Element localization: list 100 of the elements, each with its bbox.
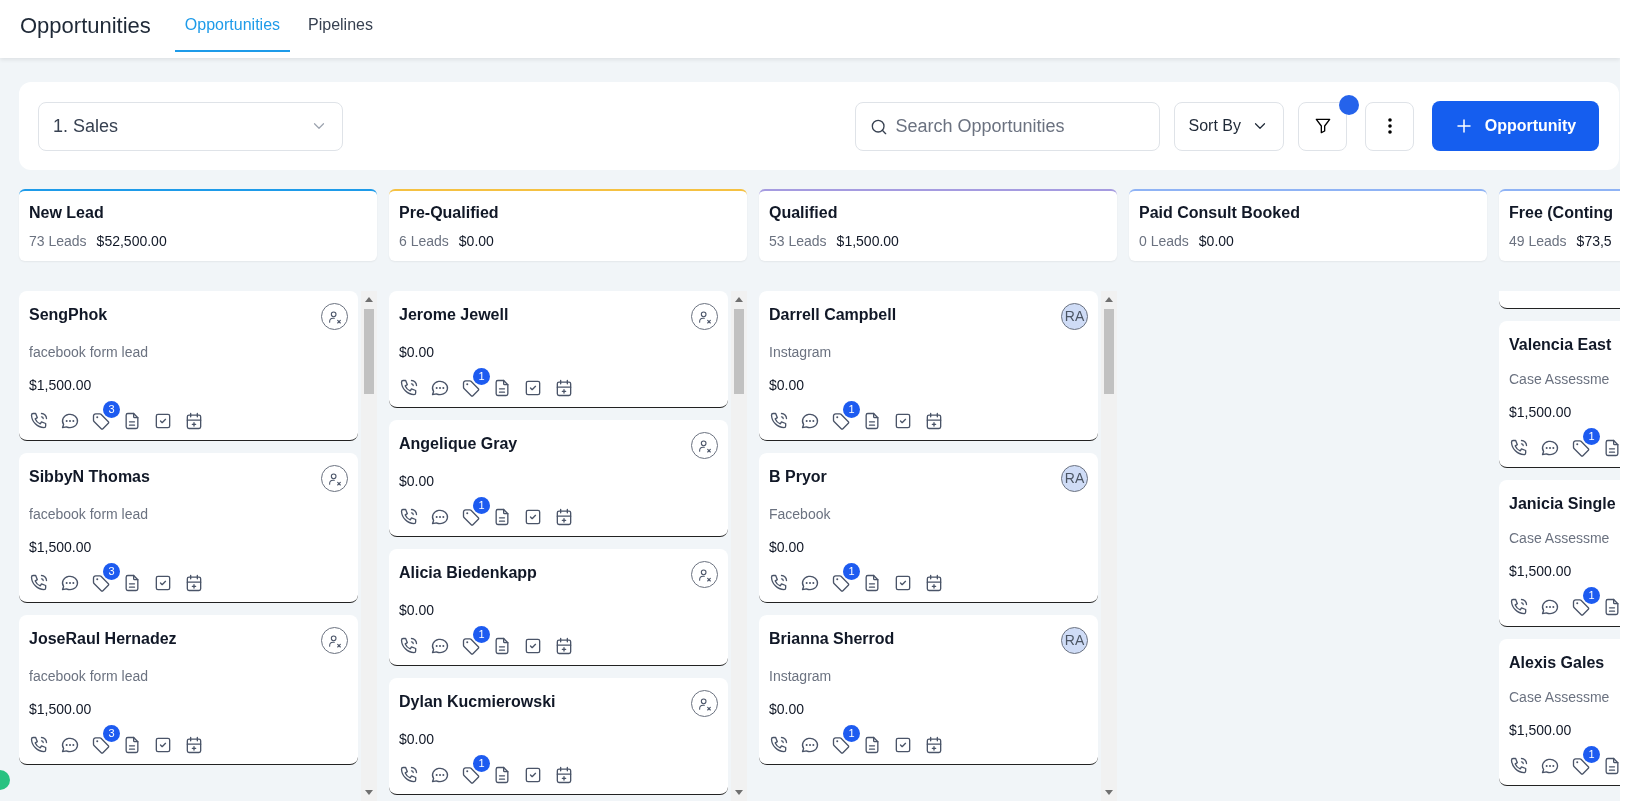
calendar-plus-icon[interactable]	[554, 765, 574, 786]
user-remove-icon	[696, 566, 713, 583]
tag-count-badge: 1	[843, 725, 860, 742]
lead-count: 0 Leads	[1139, 232, 1189, 251]
contact-name: Brianna Sherrod	[769, 629, 895, 649]
tag-count-badge: 1	[473, 626, 490, 643]
lead-count: 53 Leads	[769, 232, 827, 251]
tag-icon[interactable]	[831, 411, 851, 432]
tag-icon[interactable]	[461, 636, 481, 657]
tag-icon[interactable]	[461, 507, 481, 528]
stage-total: $0.00	[458, 232, 494, 251]
tag-icon[interactable]	[831, 735, 851, 756]
opportunity-card[interactable]: Angelique Gray $0.00 1	[389, 420, 729, 537]
opportunity-card[interactable]: Alicia Biedenkapp $0.00 1	[389, 549, 729, 666]
calendar-plus-icon[interactable]	[554, 507, 574, 528]
stage-total: $73,5	[1576, 232, 1612, 251]
plus-icon	[1454, 117, 1473, 135]
tag-icon[interactable]	[1571, 756, 1591, 777]
contact-name: JoseRaul Hernadez	[29, 629, 177, 649]
tag-count-badge: 1	[473, 497, 490, 514]
opportunity-value: $1,500.00	[1509, 403, 1573, 422]
calendar-plus-icon[interactable]	[184, 573, 204, 594]
opportunity-card[interactable]: Jerome Jewell $0.00 1	[389, 291, 729, 408]
more-vertical-icon	[1387, 118, 1392, 134]
opportunity-card[interactable]: B Pryor RA Facebook $0.00 1	[759, 453, 1099, 603]
opportunity-value: $1,500.00	[1509, 721, 1573, 740]
user-remove-icon	[696, 437, 713, 454]
calendar-plus-icon[interactable]	[554, 378, 574, 399]
owner-avatar[interactable]: RA	[1061, 303, 1089, 330]
tag-icon[interactable]	[461, 378, 481, 399]
contact-name: Jerome Jewell	[399, 305, 509, 325]
contact-name: Alicia Biedenkapp	[399, 563, 537, 583]
contact-name: B Pryor	[769, 467, 827, 487]
add-opportunity-button[interactable]: Opportunity	[1432, 101, 1599, 151]
opportunity-card[interactable]: Valencia East Case Assessme $1,500.00 1	[1499, 321, 1620, 468]
lead-source: Instagram	[769, 343, 833, 362]
lead-source: facebook form lead	[29, 667, 150, 686]
opportunity-value: $0.00	[399, 472, 436, 491]
tag-icon[interactable]	[1571, 438, 1591, 459]
lead-source: Case Assessme	[1509, 688, 1611, 707]
calendar-plus-icon[interactable]	[924, 411, 944, 432]
user-remove-icon	[326, 470, 343, 487]
contact-name: Janicia Single	[1509, 494, 1616, 514]
tag-count-badge: 1	[843, 401, 860, 418]
user-remove-icon	[696, 308, 713, 325]
opportunity-card[interactable]: Dylan Kucmierowski $0.00 1	[389, 678, 729, 795]
tag-count-badge: 3	[103, 563, 120, 580]
opportunity-card[interactable]: SibbyN Thomas facebook form lead $1,500.00 3	[19, 453, 359, 603]
calendar-plus-icon[interactable]	[184, 735, 204, 756]
lead-count: 73 Leads	[29, 232, 87, 251]
tag-icon[interactable]	[91, 735, 111, 756]
lead-source: Facebook	[769, 505, 832, 524]
opportunity-value: $0.00	[769, 538, 806, 557]
opportunity-card[interactable]: Alexis Gales Case Assessme $1,500.00 1	[1499, 639, 1620, 786]
calendar-plus-icon[interactable]	[554, 636, 574, 657]
owner-avatar[interactable]: RA	[1061, 465, 1089, 492]
filter-button[interactable]	[1298, 101, 1347, 151]
scrollbar[interactable]	[361, 291, 377, 801]
tag-icon[interactable]	[1571, 597, 1591, 618]
lead-count: 6 Leads	[399, 232, 449, 251]
tag-count-badge: 1	[473, 755, 490, 772]
opportunity-card[interactable]: SengPhok facebook form lead $1,500.00 3	[19, 291, 359, 441]
tab[interactable]: Pipelines	[298, 0, 383, 52]
search-field[interactable]: Search Opportunities	[854, 101, 1160, 151]
tag-icon[interactable]	[461, 765, 481, 786]
calendar-plus-icon[interactable]	[924, 573, 944, 594]
tag-icon[interactable]	[831, 573, 851, 594]
scrollbar[interactable]	[1101, 291, 1117, 801]
opportunity-value: $1,500.00	[1509, 562, 1573, 581]
tag-count-badge: 1	[1583, 587, 1600, 604]
contact-name: Angelique Gray	[399, 434, 518, 454]
page-title: Opportunities	[20, 11, 151, 40]
sort-button[interactable]: Sort By	[1173, 101, 1284, 151]
lead-source: facebook form lead	[29, 343, 150, 362]
tag-icon[interactable]	[91, 573, 111, 594]
calendar-plus-icon[interactable]	[924, 735, 944, 756]
tag-icon[interactable]	[91, 411, 111, 432]
scrollbar[interactable]	[731, 291, 747, 801]
contact-name: Dylan Kucmierowski	[399, 692, 556, 712]
user-remove-icon	[326, 632, 343, 649]
opportunity-value: $0.00	[399, 601, 436, 620]
tag-count-badge: 3	[103, 401, 120, 418]
user-remove-icon	[696, 695, 713, 712]
opportunity-value: $0.00	[399, 343, 436, 362]
stage-title: New Lead	[29, 203, 105, 223]
tag-count-badge: 1	[473, 368, 490, 385]
opportunity-card[interactable]: JoseRaul Hernadez facebook form lead $1,500.00 3	[19, 615, 359, 765]
pipeline-select[interactable]: 1. Sales	[38, 101, 343, 151]
tag-count-badge: 1	[1583, 746, 1600, 763]
calendar-plus-icon[interactable]	[184, 411, 204, 432]
opportunity-card[interactable]: Janicia Single Case Assessme $1,500.00 1	[1499, 480, 1620, 627]
opportunity-value: $1,500.00	[29, 376, 93, 395]
stage-title: Free (Conting	[1509, 203, 1614, 223]
owner-avatar[interactable]: RA	[1061, 627, 1089, 654]
stage-title: Qualified	[769, 203, 839, 223]
stage-total: $0.00	[1198, 232, 1234, 251]
stage-total: $1,500.00	[836, 232, 899, 251]
lead-source: Case Assessme	[1509, 370, 1611, 389]
opportunity-card[interactable]: Brianna Sherrod RA Instagram $0.00 1	[759, 615, 1099, 765]
opportunity-card[interactable]: Darrell Campbell RA Instagram $0.00 1	[759, 291, 1099, 441]
